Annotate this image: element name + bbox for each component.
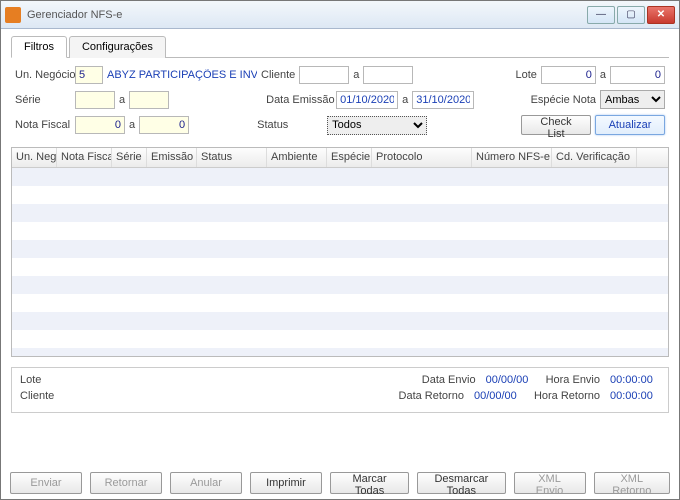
- grid-col-header[interactable]: Série: [112, 148, 147, 167]
- grid-col-header[interactable]: Emissão: [147, 148, 197, 167]
- table-row[interactable]: [12, 312, 668, 330]
- marcar-button[interactable]: Marcar Todas: [330, 472, 409, 494]
- label-lote: Lote: [515, 69, 536, 81]
- status-hora-envio-label: Hora Envio: [546, 374, 600, 386]
- grid-col-header[interactable]: Status: [197, 148, 267, 167]
- status-data-envio-label: Data Envio: [422, 374, 476, 386]
- enviar-button[interactable]: Enviar: [10, 472, 82, 494]
- label-a3: a: [119, 94, 125, 106]
- tab-configuracoes[interactable]: Configurações: [69, 36, 166, 58]
- data-de-input[interactable]: [336, 91, 398, 109]
- anular-button[interactable]: Anular: [170, 472, 242, 494]
- label-un-negocio: Un. Negócio: [15, 69, 71, 81]
- grid-header: Un. Neg.Nota FiscalSérieEmissãoStatusAmb…: [12, 148, 668, 168]
- label-a2: a: [600, 69, 606, 81]
- titlebar: Gerenciador NFS-e — ▢ ✕: [1, 1, 679, 29]
- imprimir-button[interactable]: Imprimir: [250, 472, 322, 494]
- label-especie: Espécie Nota: [531, 94, 596, 106]
- label-a1: a: [353, 69, 359, 81]
- nf-de-input[interactable]: [75, 116, 125, 134]
- nf-a-input[interactable]: [139, 116, 189, 134]
- xml-envio-button[interactable]: XML Envio: [514, 472, 586, 494]
- grid-col-header[interactable]: Nota Fiscal: [57, 148, 112, 167]
- label-serie: Série: [15, 94, 71, 106]
- table-row[interactable]: [12, 348, 668, 356]
- status-lote-label: Lote: [20, 374, 60, 386]
- grid-col-header[interactable]: Espécie: [327, 148, 372, 167]
- grid-col-header[interactable]: Ambiente: [267, 148, 327, 167]
- status-hora-ret: 00:00:00: [610, 390, 660, 402]
- atualizar-button[interactable]: Atualizar: [595, 115, 665, 135]
- table-row[interactable]: [12, 204, 668, 222]
- status-cliente-label: Cliente: [20, 390, 60, 402]
- un-negocio-input[interactable]: [75, 66, 103, 84]
- label-a4: a: [402, 94, 408, 106]
- grid-col-header[interactable]: Número NFS-e: [472, 148, 552, 167]
- table-row[interactable]: [12, 222, 668, 240]
- tab-filtros[interactable]: Filtros: [11, 36, 67, 58]
- label-nota-fiscal: Nota Fiscal: [15, 119, 71, 131]
- retornar-button[interactable]: Retornar: [90, 472, 162, 494]
- window-buttons: — ▢ ✕: [587, 6, 675, 24]
- serie-a-input[interactable]: [129, 91, 169, 109]
- checklist-button[interactable]: Check List: [521, 115, 591, 135]
- especie-select[interactable]: Ambas: [600, 90, 665, 109]
- label-cliente: Cliente: [261, 69, 295, 81]
- xml-retorno-button[interactable]: XML Retorno: [594, 472, 671, 494]
- bottom-toolbar: Enviar Retornar Anular Imprimir Marcar T…: [10, 472, 670, 494]
- table-row[interactable]: [12, 276, 668, 294]
- results-grid: Un. Neg.Nota FiscalSérieEmissãoStatusAmb…: [11, 147, 669, 357]
- table-row[interactable]: [12, 240, 668, 258]
- minimize-button[interactable]: —: [587, 6, 615, 24]
- data-a-input[interactable]: [412, 91, 474, 109]
- label-a5: a: [129, 119, 135, 131]
- status-panel: Lote Data Envio 00/00/00 Hora Envio 00:0…: [11, 367, 669, 413]
- grid-col-header[interactable]: Un. Neg.: [12, 148, 57, 167]
- status-hora-ret-label: Hora Retorno: [534, 390, 600, 402]
- desmarcar-button[interactable]: Desmarcar Todas: [417, 472, 505, 494]
- table-row[interactable]: [12, 186, 668, 204]
- cliente-de-input[interactable]: [299, 66, 349, 84]
- grid-col-header[interactable]: Protocolo: [372, 148, 472, 167]
- close-button[interactable]: ✕: [647, 6, 675, 24]
- table-row[interactable]: [12, 330, 668, 348]
- status-data-ret: 00/00/00: [474, 390, 524, 402]
- filters-panel: Un. Negócio ABYZ PARTICIPAÇÕES E INVESTI…: [11, 58, 669, 147]
- label-data-emissao: Data Emissão: [266, 94, 332, 106]
- table-row[interactable]: [12, 168, 668, 186]
- app-icon: [5, 7, 21, 23]
- status-select[interactable]: Todos: [327, 116, 427, 135]
- un-negocio-nome: ABYZ PARTICIPAÇÕES E INVESTI!: [107, 69, 257, 81]
- label-status: Status: [257, 119, 323, 131]
- window-title: Gerenciador NFS-e: [27, 9, 587, 21]
- table-row[interactable]: [12, 258, 668, 276]
- table-row[interactable]: [12, 294, 668, 312]
- grid-col-header[interactable]: Cd. Verificação: [552, 148, 637, 167]
- cliente-a-input[interactable]: [363, 66, 413, 84]
- status-data-envio: 00/00/00: [486, 374, 536, 386]
- lote-de-input[interactable]: [541, 66, 596, 84]
- maximize-button[interactable]: ▢: [617, 6, 645, 24]
- status-data-ret-label: Data Retorno: [399, 390, 464, 402]
- tab-strip: Filtros Configurações: [11, 35, 669, 58]
- lote-a-input[interactable]: [610, 66, 665, 84]
- serie-de-input[interactable]: [75, 91, 115, 109]
- status-hora-envio: 00:00:00: [610, 374, 660, 386]
- grid-body[interactable]: [12, 168, 668, 356]
